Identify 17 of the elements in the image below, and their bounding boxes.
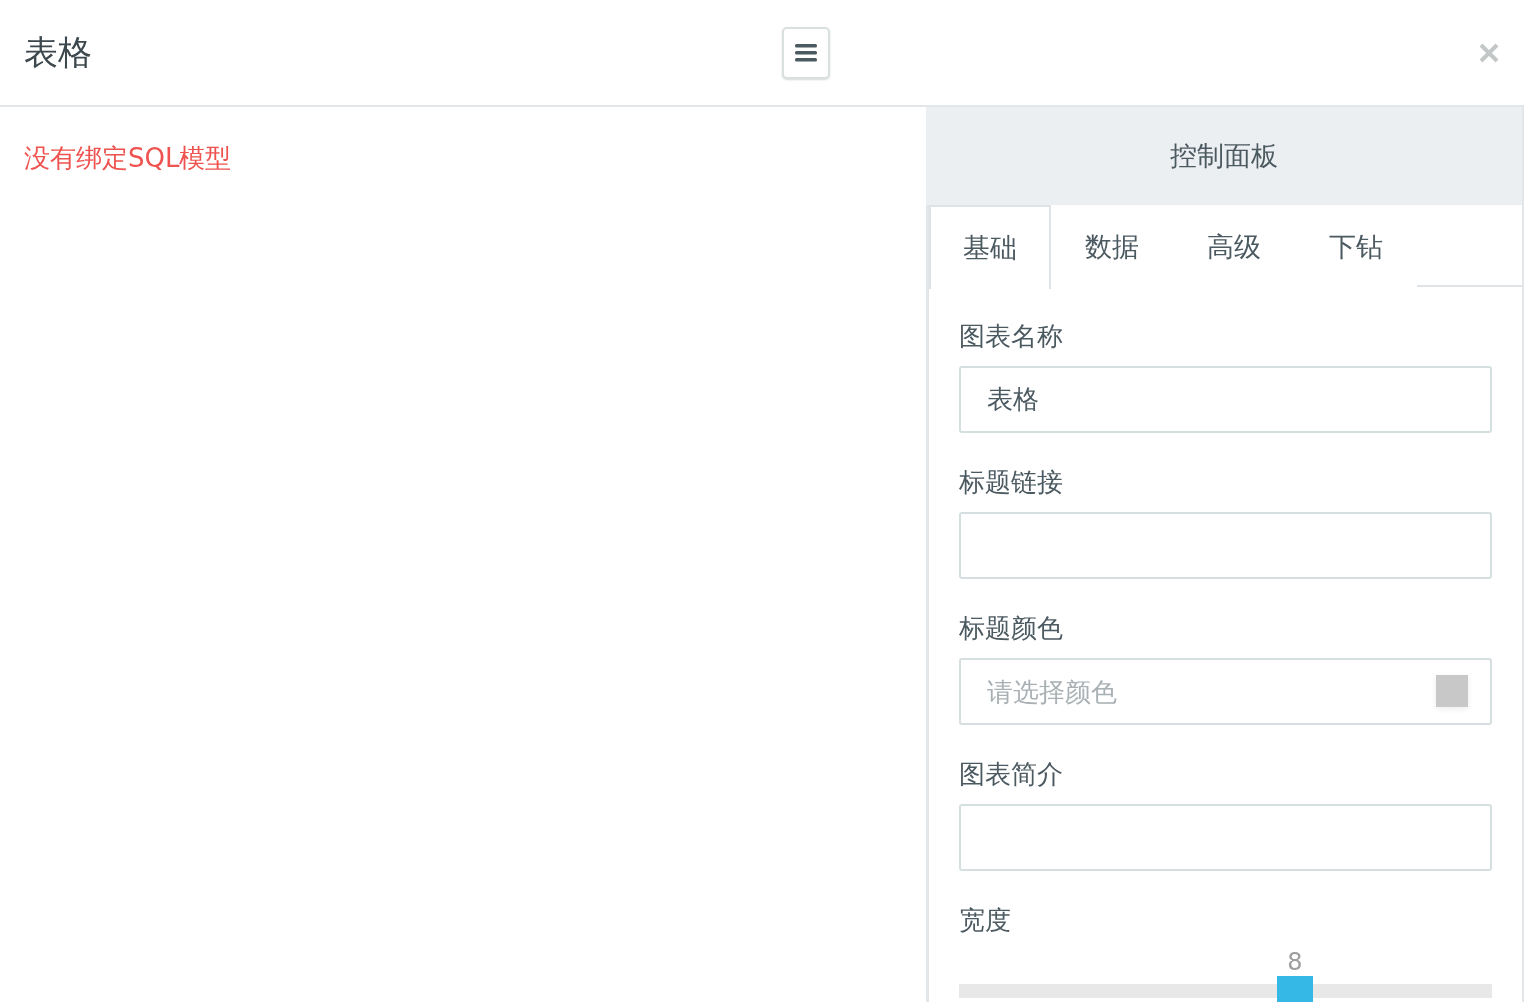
error-message: 没有绑定SQL模型 [24, 142, 233, 175]
menu-button[interactable] [782, 26, 830, 79]
tab[interactable]: 基础 [929, 205, 1051, 289]
slider-value: 8 [1287, 947, 1303, 978]
text-field[interactable] [959, 804, 1492, 871]
panel-title: 控制面板 [926, 107, 1522, 205]
text-field[interactable]: 表格 [959, 366, 1492, 433]
field-label: 标题链接 [959, 466, 1064, 499]
field-label: 图表名称 [959, 320, 1064, 353]
field-label: 图表简介 [959, 758, 1064, 791]
field-label: 宽度 [959, 904, 1012, 937]
menu-icon [795, 43, 817, 62]
page-title: 表格 [24, 31, 92, 74]
field-label: 标题颜色 [959, 612, 1064, 645]
color-field[interactable]: 请选择颜色 [959, 658, 1492, 725]
text-field[interactable] [959, 512, 1492, 579]
color-swatch[interactable] [1436, 675, 1468, 707]
